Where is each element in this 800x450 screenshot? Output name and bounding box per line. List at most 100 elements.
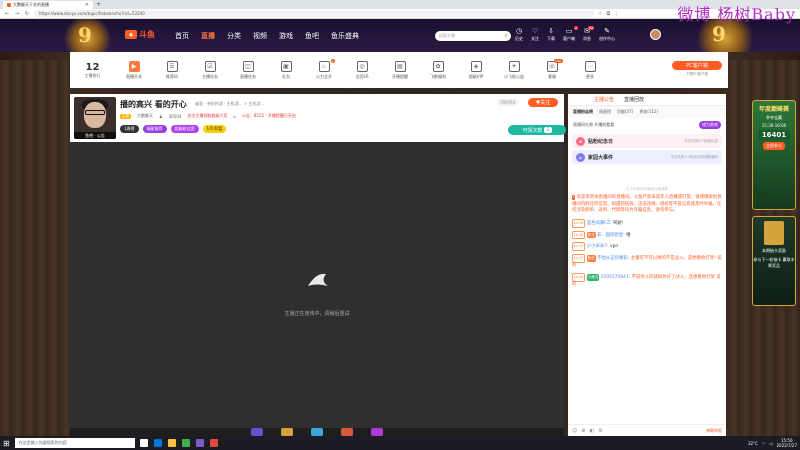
- nav-category[interactable]: 分类: [227, 31, 241, 41]
- header-icon-0[interactable]: ◷ 历史: [515, 28, 523, 42]
- super-fan-badge[interactable]: 超级粉丝团: [170, 125, 199, 133]
- chat-username[interactable]: 小小米米7: [587, 244, 607, 249]
- promo-card-draw[interactable]: 本期抽卡奖励 参与下一轮抽卡 赢取丰厚奖品: [752, 216, 796, 306]
- close-tab-icon[interactable]: ×: [85, 2, 89, 8]
- emoji-icon[interactable]: ☺: [572, 428, 577, 434]
- gift-item[interactable]: [281, 428, 293, 436]
- week-rank-badge[interactable]: 1周榜: [120, 125, 139, 133]
- menu-icon[interactable]: ⋮: [614, 11, 619, 17]
- chat-message[interactable]: Lv.12 小小米米7: vpn: [572, 242, 722, 252]
- rank-tab-fans[interactable]: 直播粉丝榜: [573, 109, 593, 115]
- header-icon-1[interactable]: ♡ 关注: [531, 28, 539, 42]
- chat-message[interactable]: Lv.17 粉丝 不怕从这份精彩: 主播可不可以拼的不是战斗，是想看他打架! 说…: [572, 254, 722, 270]
- site-logo[interactable]: ◆ 斗鱼: [125, 29, 155, 40]
- weather-temp[interactable]: 32°C: [748, 441, 758, 446]
- fish-logo-icon: ◆: [125, 30, 137, 39]
- danmu-report-button[interactable]: 弹幕举报: [706, 428, 722, 434]
- lucky-star-badge[interactable]: 福星推荐: [142, 125, 167, 133]
- streamer-avatar[interactable]: 鱼吧 · 公告: [74, 97, 116, 139]
- nav-home[interactable]: 首页: [175, 31, 189, 41]
- forward-icon[interactable]: →: [14, 11, 20, 17]
- event-card-home[interactable]: ⌂ 家园大事件 今日共有1个粉丝在线领取福利: [572, 150, 722, 164]
- event-card-anniversary[interactable]: ★ 贴粉纪念日 今日共有0个贴粉纪念: [572, 134, 722, 148]
- chat-area[interactable]: 以下为您在本房间已读消息 i 欢迎来到本直播间的直播间。斗鱼严禁未成年人直播或打…: [568, 184, 726, 422]
- task-item-11[interactable]: ☏ new 客服: [533, 58, 571, 80]
- chat-username[interactable]: 不怕从这份精彩: [597, 256, 628, 261]
- fan-badge-icon[interactable]: ♛: [581, 428, 585, 434]
- gift-item[interactable]: [371, 428, 383, 436]
- app-icon[interactable]: [195, 439, 204, 447]
- task-item-6[interactable]: ◎ 全民ER: [343, 60, 381, 80]
- become-vip-button[interactable]: 成为贵宾: [699, 121, 721, 129]
- chat-username[interactable]: 1505570841: [601, 275, 629, 280]
- task-item-9[interactable]: ◈ 超级VIP: [457, 60, 495, 80]
- task-item-4[interactable]: ▣ 礼包: [267, 60, 305, 80]
- chat-username[interactable]: 蓝色风暴FZ: [587, 221, 610, 226]
- nav-yuba[interactable]: 鱼吧: [305, 31, 319, 41]
- anchor-level[interactable]: 12 主播排行: [70, 62, 115, 79]
- nav-live[interactable]: 直播: [201, 31, 215, 41]
- chat-message[interactable]: Lv.15 小鱼丸 1505570841: 不说你斗的就知你开了战斗，还想看他打…: [572, 272, 722, 289]
- task-item-10[interactable]: ✈ 小飞船公益: [495, 60, 533, 80]
- task-view-icon[interactable]: [139, 439, 148, 447]
- extensions-icon[interactable]: ⧉: [606, 11, 610, 17]
- volume-icon[interactable]: ◁: [769, 441, 772, 446]
- star-icon[interactable]: ☆: [598, 11, 602, 17]
- explorer-icon[interactable]: [167, 439, 176, 447]
- rank-tabs: 直播粉丝榜 周星榜 贡献(37) 贵宾(112): [568, 106, 726, 118]
- user-avatar[interactable]: [650, 29, 661, 40]
- nav-festival[interactable]: 鱼乐盛典: [331, 31, 359, 41]
- nav-video[interactable]: 视频: [253, 31, 267, 41]
- header-icon-5[interactable]: ✎ 创作中心: [599, 28, 615, 42]
- tab-anchor-notice[interactable]: 主播公告: [594, 96, 614, 103]
- search-icon[interactable]: ⌕: [505, 32, 508, 40]
- header-icon-4[interactable]: ✉ 消息 99: [583, 26, 594, 42]
- promo-join-button[interactable]: 立即参与: [763, 142, 785, 150]
- search-input[interactable]: 搜索主播 ⌕: [435, 31, 511, 41]
- task-item-1[interactable]: ☰ 推荐码: [153, 60, 191, 80]
- browser-tab[interactable]: 大鹏聊天于艺的直播 ×: [3, 0, 93, 9]
- follow-button[interactable]: ♥ 关注: [528, 98, 558, 107]
- header-icon-2[interactable]: ⇩ 下载: [547, 28, 555, 42]
- task-item-0[interactable]: ▶ 直播开关: [115, 60, 153, 80]
- app-icon[interactable]: [209, 439, 218, 447]
- room-category[interactable]: 桌面 · 单机热游 · 主机游... > 主机游...: [195, 101, 264, 107]
- rank-tab-vip[interactable]: 贵宾(112): [639, 109, 658, 115]
- header-icon-3[interactable]: ▭ 客户端 2: [563, 26, 578, 42]
- task-item-5[interactable]: ♨ 1 火力全开: [305, 58, 343, 80]
- settings-icon[interactable]: ⚙: [598, 428, 602, 434]
- task-item-7[interactable]: ▤ 开播提醒: [381, 60, 419, 80]
- task-item-2[interactable]: ☑ 主播任务: [191, 60, 229, 80]
- chat-username[interactable]: 非...国际新星: [597, 233, 623, 238]
- edge-icon[interactable]: [153, 439, 162, 447]
- follow-promo[interactable]: 关注主播领取超级大奖: [187, 113, 227, 119]
- promo-tournament[interactable]: 年度巅峰赛 争夺宝藏 15:30-16:00 16401 立即参与: [752, 100, 796, 210]
- pc-client-button[interactable]: PC客户端: [672, 61, 722, 70]
- gift-claim-button[interactable]: 可领次数 1: [508, 125, 566, 135]
- gift-item[interactable]: [311, 428, 323, 436]
- task-item-3[interactable]: ◫ 直播任务: [229, 60, 267, 80]
- task-item-8[interactable]: ✿ 飞鹤福利: [419, 60, 457, 80]
- back-icon[interactable]: ←: [4, 11, 10, 17]
- rank-tab-weekstar[interactable]: 周星榜: [599, 109, 611, 115]
- gift-item[interactable]: [251, 428, 263, 436]
- address-bar[interactable]: https://www.douyu.com/topic/tiebeanchu?r…: [34, 10, 594, 17]
- task-item-12[interactable]: ⋯ 更多: [571, 60, 609, 80]
- gift-item[interactable]: [341, 428, 353, 436]
- chat-message[interactable]: Lv.18 蓝色风暴FZ: 驾驶!: [572, 218, 722, 228]
- reload-icon[interactable]: ↻: [24, 11, 30, 17]
- new-tab-icon[interactable]: +: [96, 1, 101, 8]
- anchor-name[interactable]: 大鹏聊天: [137, 113, 153, 119]
- wifi-icon[interactable]: ◠: [762, 441, 766, 446]
- color-icon[interactable]: ◐: [590, 428, 594, 434]
- chrome-icon[interactable]: [181, 439, 190, 447]
- taskbar-search[interactable]: 在这里输入你要搜索的内容: [14, 438, 135, 448]
- tab-replay[interactable]: 直播回放: [624, 96, 644, 103]
- windows-start-icon[interactable]: ⊞: [3, 439, 10, 448]
- wealth-badge[interactable]: 1/0 财富: [202, 125, 227, 133]
- video-player[interactable]: 主播正在连线中，请稍后重试: [70, 142, 564, 428]
- rank-tab-contrib[interactable]: 贡献(37): [617, 109, 633, 115]
- chat-message[interactable]: Lv.15 粉丝 非...国际新星: 唯: [572, 230, 722, 240]
- nav-games[interactable]: 游戏: [279, 31, 293, 41]
- clock[interactable]: 15:50 2022/7/27: [776, 438, 797, 448]
